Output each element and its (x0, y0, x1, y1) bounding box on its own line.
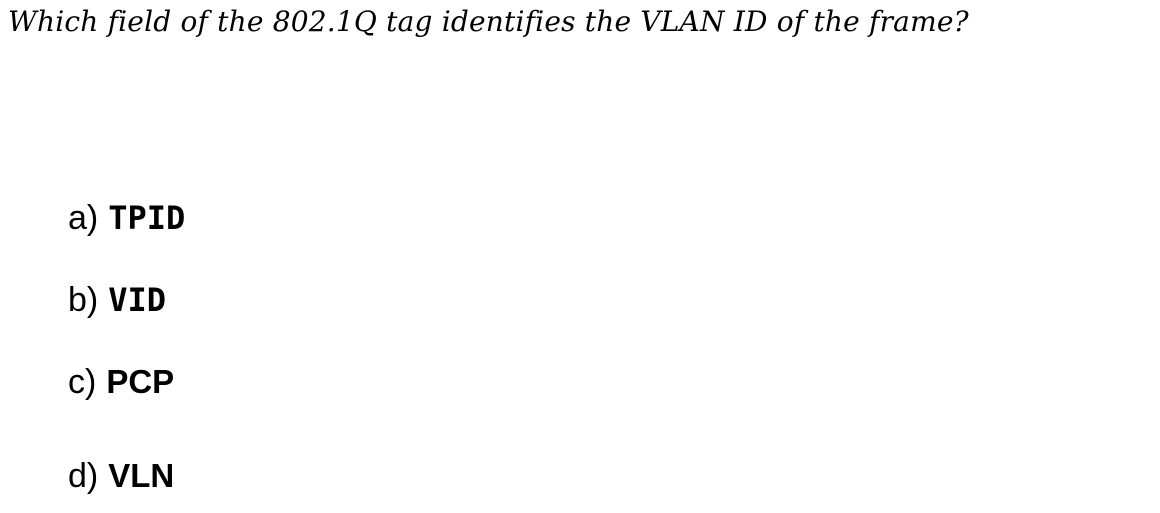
option-d[interactable]: d) VLN (68, 454, 174, 498)
option-a-text: TPID (108, 199, 186, 237)
option-d-letter: d) (68, 457, 99, 495)
option-b-text: VID (108, 281, 167, 319)
option-b[interactable]: b) VID (68, 278, 166, 322)
option-c-letter: c) (68, 363, 97, 401)
question-text: Which field of the 802.1Q tag identifies… (8, 5, 969, 38)
option-b-letter: b) (68, 281, 99, 319)
option-c[interactable]: c) PCP (68, 360, 174, 404)
option-c-text: PCP (106, 363, 175, 400)
option-d-text: VLN (108, 457, 175, 494)
option-a-letter: a) (68, 199, 99, 237)
option-a[interactable]: a) TPID (68, 196, 185, 240)
